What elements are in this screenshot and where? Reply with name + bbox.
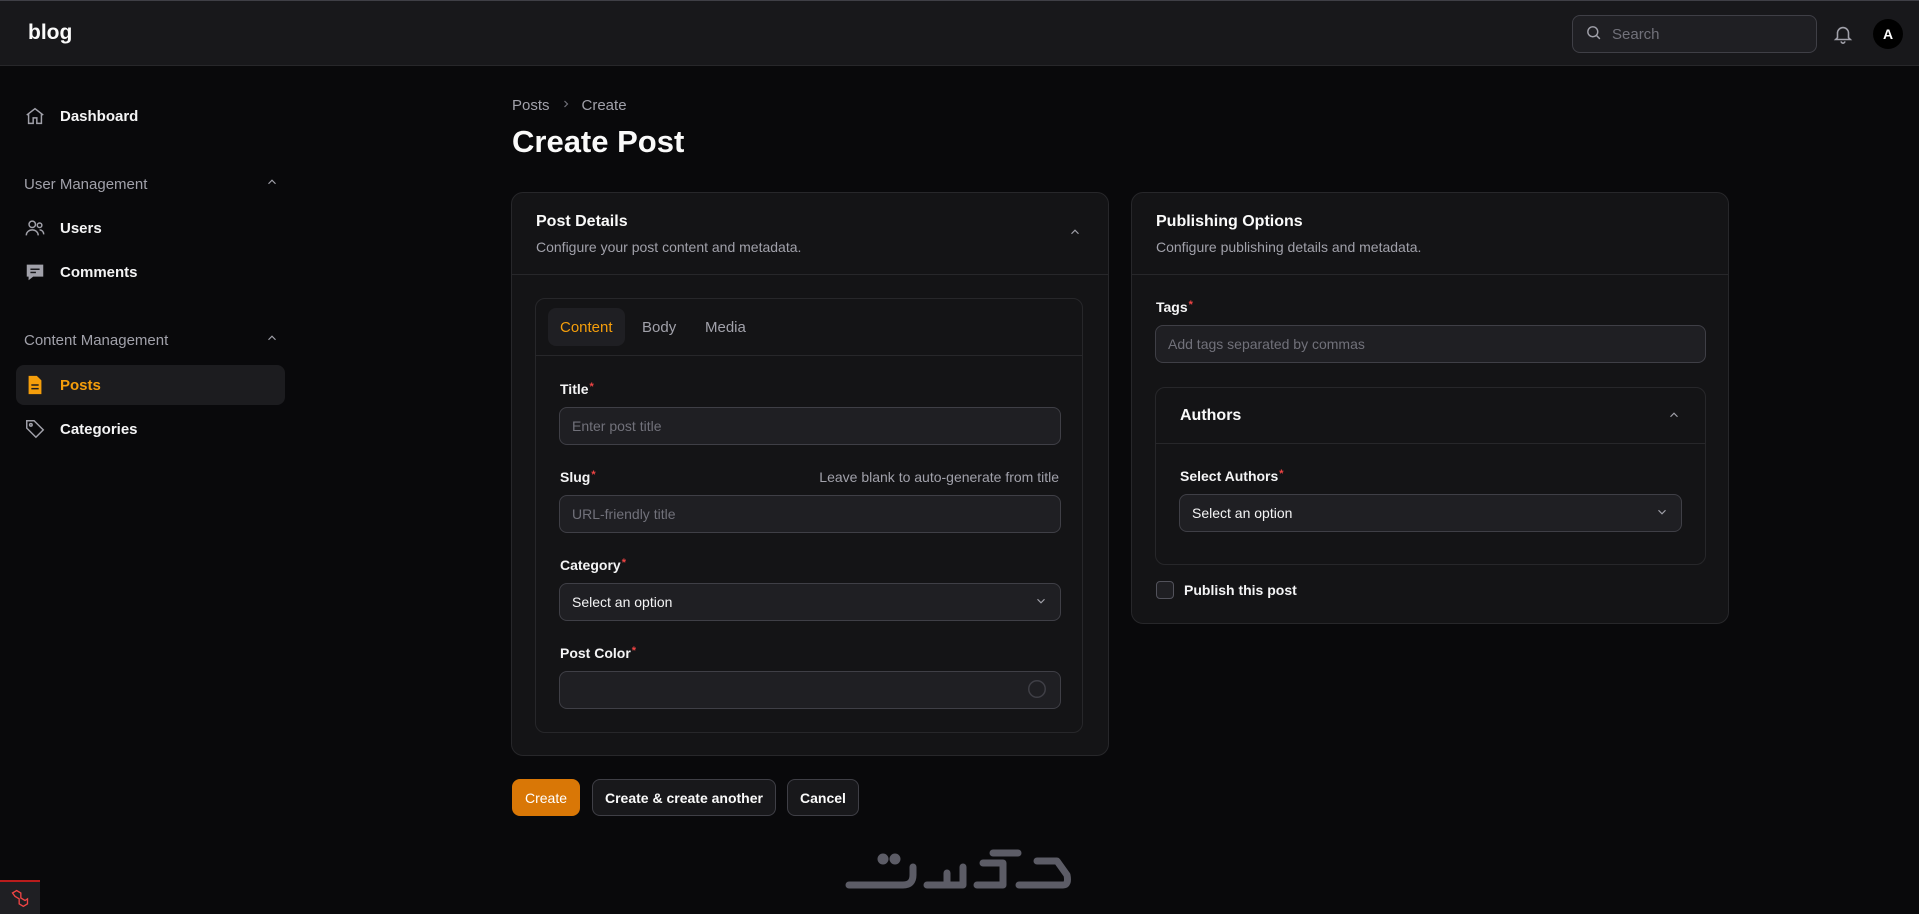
group-content-management[interactable]: Content Management [24, 331, 279, 349]
create-another-button[interactable]: Create & create another [592, 779, 776, 816]
authors-section: Authors Select Authors* Select an option [1155, 387, 1706, 565]
sidebar-item-label: Users [60, 219, 102, 237]
breadcrumb-create: Create [581, 97, 627, 114]
tags-input[interactable] [1168, 336, 1705, 352]
color-swatch-icon[interactable] [1026, 678, 1048, 703]
card-title: Post Details [536, 213, 628, 230]
page-title: Create Post [512, 124, 685, 159]
tags-field[interactable] [1155, 325, 1706, 363]
title-field[interactable] [559, 407, 1061, 445]
card-subtitle: Configure your post content and metadata… [536, 239, 802, 255]
bell-icon[interactable] [1832, 23, 1854, 48]
post-color-field[interactable] [559, 671, 1061, 709]
watermark-logo [843, 845, 1075, 898]
sidebar-item-dashboard[interactable]: Dashboard [16, 96, 285, 136]
cancel-button[interactable]: Cancel [787, 779, 859, 816]
publishing-header: Publishing Options Configure publishing … [1132, 193, 1728, 275]
create-button[interactable]: Create [512, 779, 581, 816]
tab-content[interactable]: Content [548, 308, 625, 346]
brand-logo[interactable]: blog [28, 21, 72, 45]
sidebar-item-label: Dashboard [60, 107, 139, 125]
required-mark: * [631, 645, 637, 657]
tags-label: Tags* [1156, 299, 1193, 315]
group-label: User Management [24, 175, 148, 193]
tab-media[interactable]: Media [693, 308, 758, 346]
search-icon [1585, 24, 1602, 44]
tabs-bar: Content Body Media [536, 299, 1082, 356]
authors-header[interactable]: Authors [1156, 388, 1705, 444]
authors-label: Select Authors* [1180, 468, 1284, 484]
post-details-header[interactable]: Post Details Configure your post content… [512, 193, 1108, 275]
breadcrumb: Posts Create [512, 97, 627, 114]
sidebar-item-categories[interactable]: Categories [16, 409, 285, 449]
slug-input[interactable] [572, 506, 1060, 522]
slug-label: Slug* [560, 469, 596, 485]
tabs-container: Content Body Media Title* Slug* Leave bl… [535, 298, 1083, 733]
authors-select-value: Select an option [1192, 505, 1293, 521]
post-color-label-text: Post Color [560, 645, 631, 661]
chevron-up-icon[interactable] [1068, 225, 1082, 242]
sidebar-item-label: Categories [60, 420, 138, 438]
chat-icon [24, 261, 46, 283]
authors-label-text: Select Authors [1180, 468, 1279, 484]
search-box[interactable] [1572, 15, 1817, 53]
debug-toolbar-icon[interactable] [0, 880, 40, 914]
home-icon [24, 105, 46, 127]
users-icon [24, 217, 46, 239]
post-details-card: Post Details Configure your post content… [511, 192, 1109, 756]
category-select[interactable]: Select an option [559, 583, 1061, 621]
sidebar-item-comments[interactable]: Comments [16, 252, 285, 292]
card-title: Publishing Options [1156, 213, 1303, 230]
chevron-right-icon [560, 97, 572, 114]
authors-title: Authors [1180, 407, 1242, 424]
required-mark: * [1279, 468, 1284, 480]
authors-select[interactable]: Select an option [1179, 494, 1682, 532]
title-input[interactable] [572, 418, 1060, 434]
category-select-value: Select an option [572, 594, 673, 610]
search-input[interactable] [1612, 25, 1802, 43]
publish-checkbox[interactable] [1156, 581, 1174, 599]
required-mark: * [1188, 299, 1193, 311]
publishing-options-card: Publishing Options Configure publishing … [1131, 192, 1729, 624]
title-label: Title* [560, 381, 594, 397]
chevron-up-icon[interactable] [1667, 408, 1681, 425]
sidebar-item-label: Posts [60, 376, 101, 394]
group-label: Content Management [24, 331, 169, 349]
group-user-management[interactable]: User Management [24, 175, 279, 193]
document-icon [24, 374, 46, 396]
breadcrumb-posts[interactable]: Posts [512, 97, 550, 114]
top-bar: blog A [0, 0, 1919, 66]
user-avatar[interactable]: A [1873, 19, 1903, 49]
category-label: Category* [560, 557, 626, 573]
sidebar-item-users[interactable]: Users [16, 208, 285, 248]
chevron-down-icon [1655, 505, 1669, 522]
chevron-down-icon [1034, 594, 1048, 611]
chevron-up-icon [265, 175, 279, 193]
sidebar-item-posts[interactable]: Posts [16, 365, 285, 405]
card-subtitle: Configure publishing details and metadat… [1156, 239, 1422, 255]
required-mark: * [589, 381, 594, 393]
required-mark: * [621, 557, 626, 569]
slug-label-text: Slug [560, 469, 591, 485]
category-label-text: Category [560, 557, 621, 573]
tab-body[interactable]: Body [630, 308, 688, 346]
post-color-label: Post Color* [560, 645, 636, 661]
tags-label-text: Tags [1156, 299, 1188, 315]
sidebar: Dashboard User Management Users Comments… [0, 66, 300, 914]
slug-field[interactable] [559, 495, 1061, 533]
chevron-up-icon [265, 331, 279, 349]
slug-hint: Leave blank to auto-generate from title [819, 469, 1059, 485]
publish-label[interactable]: Publish this post [1184, 582, 1297, 598]
title-label-text: Title [560, 381, 589, 397]
tag-icon [24, 418, 46, 440]
required-mark: * [591, 469, 596, 481]
sidebar-item-label: Comments [60, 263, 138, 281]
